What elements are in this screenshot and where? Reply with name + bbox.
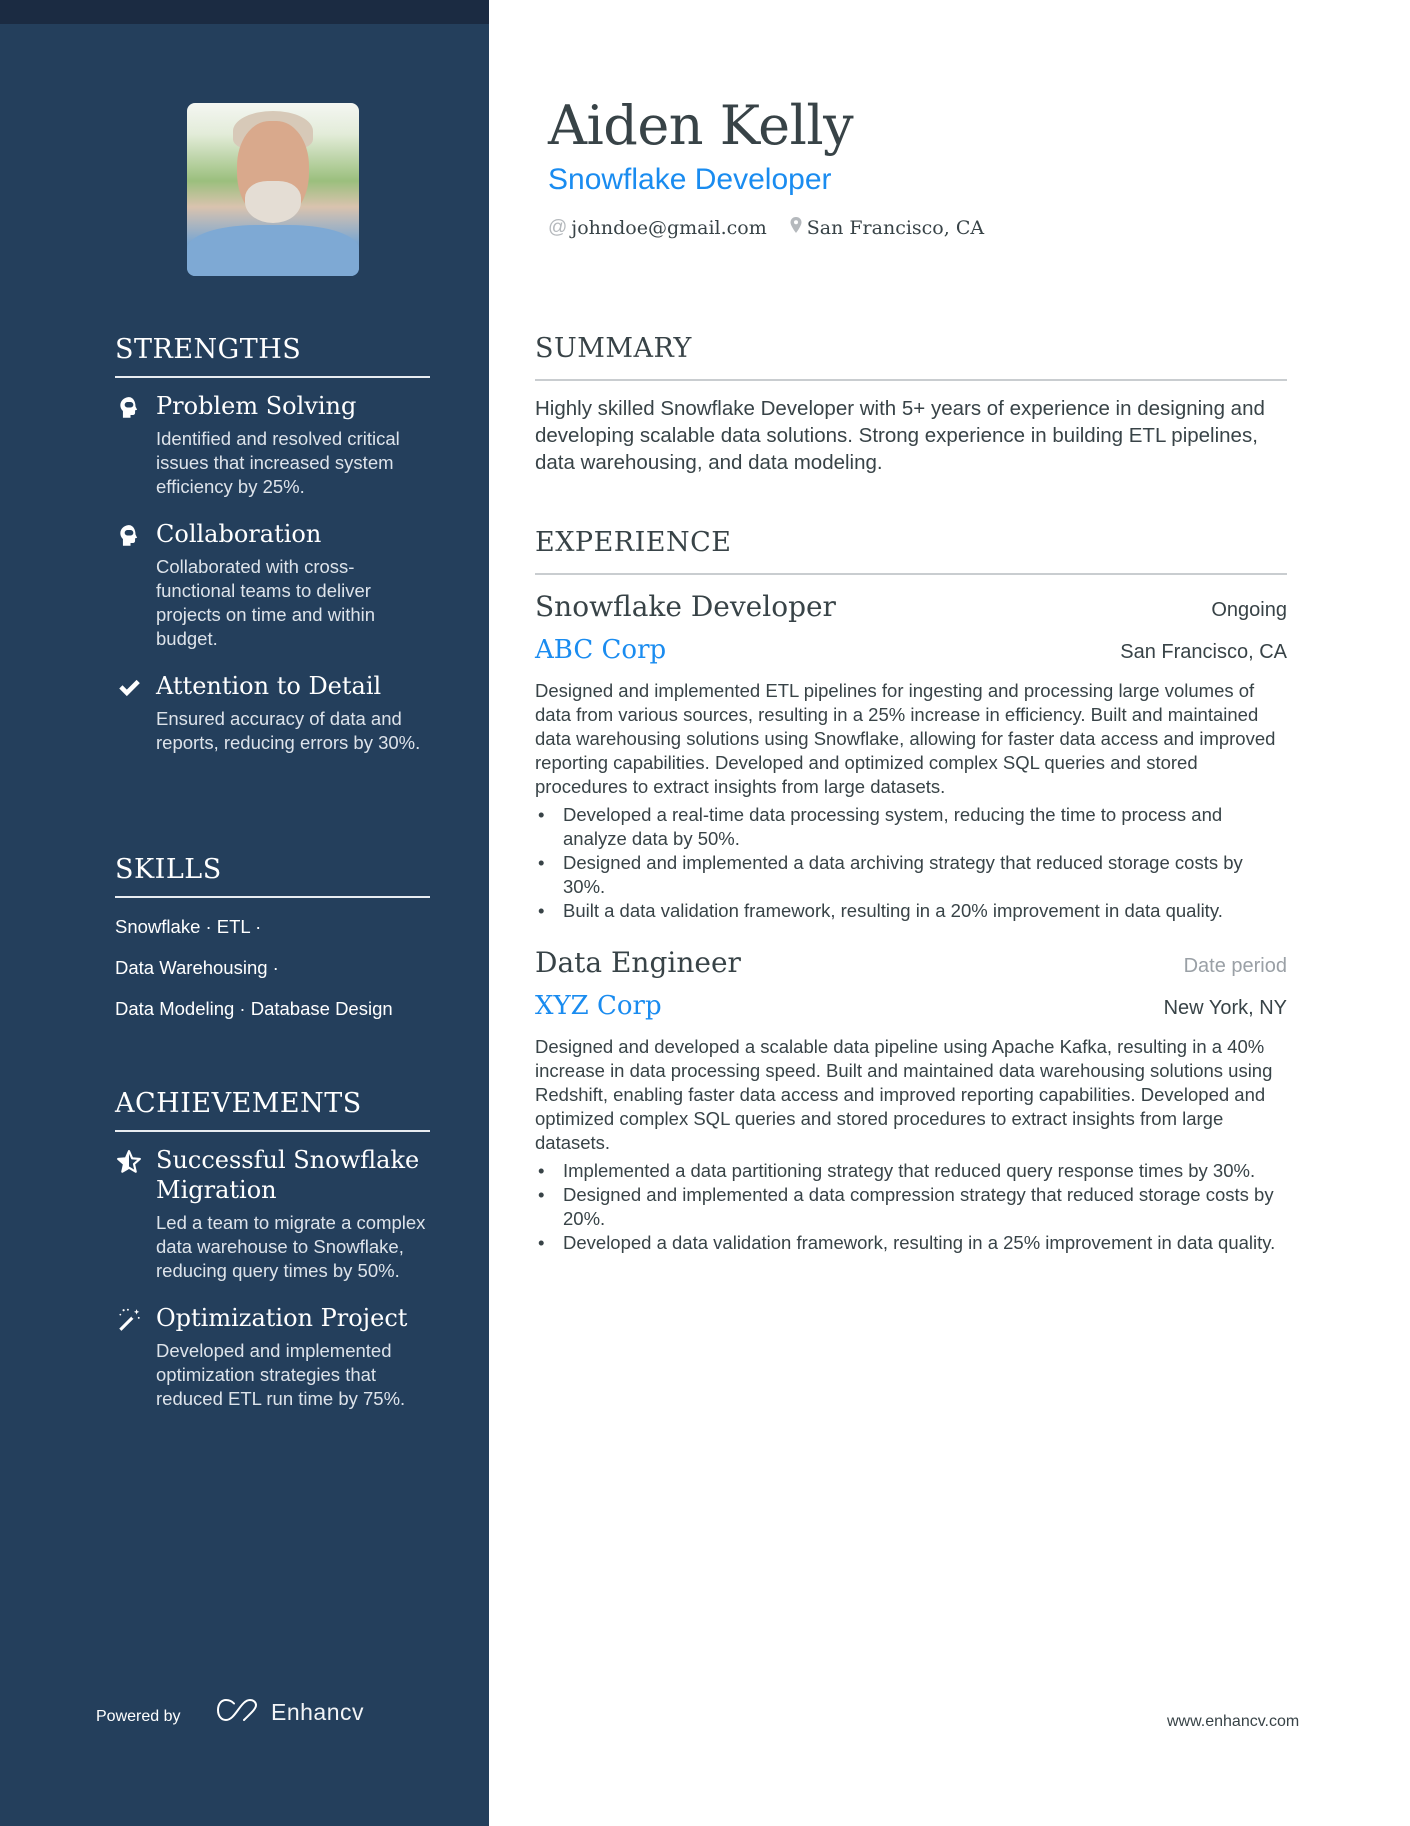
skills-line: Data Modeling · Database Design [115,998,393,1019]
summary-divider [535,379,1287,381]
contact-email[interactable]: @ johndoe@gmail.com [548,217,767,239]
profile-photo [187,103,359,276]
checkmark-icon [116,675,142,701]
job-entry: Data Engineer Date period XYZ Corp New Y… [535,945,1287,1255]
summary-section: SUMMARY Highly skilled Snowflake Develop… [535,332,1287,476]
website-link[interactable]: www.enhancv.com [1167,1713,1299,1731]
strength-description: Ensured accuracy of data and reports, re… [156,708,421,753]
job-title: Snowflake Developer [535,590,836,623]
job-bullet: Designed and implemented a data compress… [535,1183,1287,1231]
location-text: San Francisco, CA [806,217,985,239]
strengths-section: STRENGTHS Problem Solving Identified and… [115,333,430,755]
job-company-row: ABC Corp San Francisco, CA [535,625,1287,667]
achievement-description: Led a team to migrate a complex data war… [156,1212,426,1281]
job-company-row: XYZ Corp New York, NY [535,981,1287,1023]
achievements-divider [115,1130,430,1132]
job-bullet: Developed a real-time data processing sy… [535,803,1287,851]
strength-description: Identified and resolved critical issues … [156,428,400,497]
achievement-description: Developed and implemented optimization s… [156,1340,406,1409]
job-date: Date period [1183,955,1287,977]
head-icon [116,523,142,549]
enhancv-logo-icon [215,1697,261,1728]
strength-item: Problem Solving Identified and resolved … [115,391,430,499]
strength-item: Collaboration Collaborated with cross-fu… [115,519,430,651]
job-header-row: Snowflake Developer Ongoing [535,589,1287,625]
summary-title: SUMMARY [535,333,692,364]
achievements-section: ACHIEVEMENTS Successful Snowflake Migrat… [115,1087,430,1411]
powered-by-label: Powered by [96,1708,181,1725]
job-company: ABC Corp [535,635,667,665]
achievement-title: Successful Snowflake Migration [156,1146,420,1204]
achievement-item: Successful Snowflake Migration Led a tea… [115,1145,430,1283]
job-bullet: Implemented a data partitioning strategy… [535,1159,1287,1183]
job-bullet: Built a data validation framework, resul… [535,899,1287,923]
achievement-item: Optimization Project Developed and imple… [115,1303,430,1411]
achievement-title: Optimization Project [156,1304,408,1332]
experience-divider [535,573,1287,575]
job-bullet: Designed and implemented a data archivin… [535,851,1287,899]
skills-line: Snowflake · ETL · [115,916,262,937]
contact-location: San Francisco, CA [789,216,984,240]
candidate-name: Aiden Kelly [548,94,854,157]
job-entry: Snowflake Developer Ongoing ABC Corp San… [535,589,1287,923]
candidate-role: Snowflake Developer [548,163,832,196]
skills-divider [115,896,430,898]
job-location: San Francisco, CA [1120,641,1287,663]
job-bullet: Developed a data validation framework, r… [535,1231,1287,1255]
job-date: Ongoing [1211,599,1287,621]
magic-wand-icon [116,1307,142,1333]
enhancv-logo[interactable]: Enhancv [215,1697,364,1728]
email-text: johndoe@gmail.com [571,217,767,239]
star-icon [116,1149,142,1175]
strength-item: Attention to Detail Ensured accuracy of … [115,671,430,755]
head-icon [116,395,142,421]
job-description: Designed and implemented ETL pipelines f… [535,680,1276,797]
summary-text: Highly skilled Snowflake Developer with … [535,397,1265,474]
strength-title: Attention to Detail [156,672,382,700]
skills-title: SKILLS [115,854,222,885]
experience-section: EXPERIENCE Snowflake Developer Ongoing A… [535,526,1287,1255]
job-description: Designed and developed a scalable data p… [535,1036,1273,1153]
at-icon: @ [548,217,568,238]
location-pin-icon [789,216,803,240]
job-bullets: Implemented a data partitioning strategy… [535,1159,1287,1255]
photo-beard [245,181,301,223]
top-strip [0,0,489,24]
strength-title: Problem Solving [156,392,357,420]
strengths-title: STRENGTHS [115,334,302,365]
skills-section: SKILLS Snowflake · ETL · Data Warehousin… [115,853,430,1021]
strength-title: Collaboration [156,520,322,548]
contact-row: @ johndoe@gmail.com San Francisco, CA [548,216,1006,240]
job-bullets: Developed a real-time data processing sy… [535,803,1287,923]
experience-title: EXPERIENCE [535,527,732,558]
enhancv-brand-name: Enhancv [271,1699,365,1725]
job-company: XYZ Corp [535,991,662,1021]
skills-line: Data Warehousing · [115,957,279,978]
photo-shirt [187,225,359,276]
strength-description: Collaborated with cross-functional teams… [156,556,376,649]
job-location: New York, NY [1163,997,1287,1019]
job-header-row: Data Engineer Date period [535,945,1287,981]
strengths-divider [115,376,430,378]
achievements-title: ACHIEVEMENTS [115,1088,362,1119]
job-title: Data Engineer [535,946,741,979]
